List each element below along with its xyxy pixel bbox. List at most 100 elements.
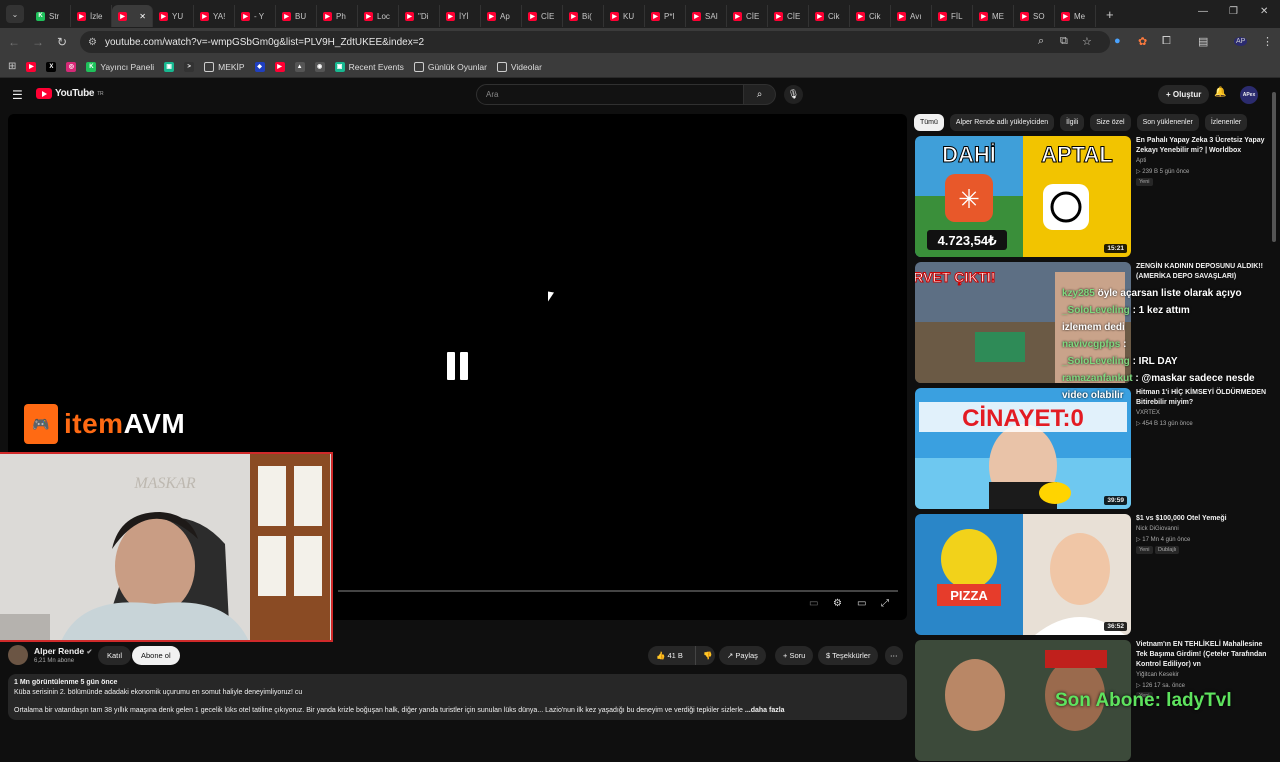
rail-scrollbar[interactable] — [1272, 92, 1276, 242]
channel-1[interactable]: Apti — [1136, 158, 1146, 164]
browser-tab[interactable]: ▶ İYİ — [440, 5, 481, 27]
browser-tab[interactable]: ▶ SAI — [686, 5, 727, 27]
close-tab-icon[interactable]: ✕ — [139, 12, 146, 21]
bookmark-item[interactable]: ▣ Recent Events — [334, 61, 404, 72]
browser-tab[interactable]: ▶ FİL — [932, 5, 973, 27]
fullscreen-icon[interactable]: ⤢ — [881, 598, 889, 609]
recommendation-4[interactable]: PIZZA 36:52 $1 vs $100,000 Otel Yemeği N… — [915, 514, 1275, 636]
extension-blue-icon[interactable]: ● — [1114, 35, 1121, 47]
browser-tab[interactable]: ▶ ✕ — [112, 5, 153, 27]
back-icon[interactable]: ← — [4, 35, 24, 49]
bookmark-item[interactable]: MEKİP — [204, 61, 245, 72]
more-actions-button[interactable]: ⋯ — [885, 646, 903, 665]
share-button[interactable]: ↗ Paylaş — [719, 646, 766, 665]
account-avatar[interactable]: APex — [1240, 86, 1258, 104]
like-button[interactable]: 👍 41 B 👎 — [648, 646, 715, 665]
filter-chip[interactable]: İlgili — [1060, 114, 1085, 131]
restore-icon[interactable]: ❐ — [1229, 6, 1238, 17]
new-tab-button[interactable]: + — [1106, 7, 1114, 22]
bookmark-item[interactable]: ◆ — [254, 61, 265, 72]
reload-icon[interactable]: ↻ — [52, 35, 72, 49]
channel-avatar[interactable] — [8, 645, 28, 665]
voice-search-button[interactable]: 🎙 — [784, 85, 803, 104]
title-1[interactable]: En Pahalı Yapay Zeka 3 Ücretsiz Yapay Ze… — [1136, 136, 1268, 156]
channel-5[interactable]: Yiğitcan Kesekir — [1136, 672, 1179, 678]
notifications-bell-icon[interactable]: 🔔 — [1214, 87, 1226, 98]
recommendation-1[interactable]: DAHİ APTAL ✳ 4.723,54₺ 15:21 En Pahalı Y… — [915, 136, 1275, 258]
filter-chip[interactable]: Tümü — [914, 114, 944, 131]
browser-tab[interactable]: ▶ KU — [604, 5, 645, 27]
profile-icon[interactable]: AP — [1234, 37, 1248, 46]
bookmark-item[interactable]: Videolar — [496, 61, 542, 72]
bookmark-star-icon[interactable]: ☆ — [1082, 35, 1092, 48]
browser-tab[interactable]: ▶ Ap — [481, 5, 522, 27]
thumbnail-3[interactable]: CİNAYET:0 39:59 — [915, 388, 1131, 509]
browser-tab[interactable]: ▶ P*I — [645, 5, 686, 27]
title-5[interactable]: Vietnam'ın EN TEHLİKELİ Mahallesine Tek … — [1136, 640, 1268, 670]
channel-name[interactable]: Alper Rende ✔ — [34, 646, 92, 656]
browser-tab[interactable]: ▶ "Di — [399, 5, 440, 27]
filter-chip[interactable]: Son yüklenenler — [1136, 114, 1199, 131]
browser-tab[interactable]: ▶ CİE — [522, 5, 563, 27]
browser-tab[interactable]: ▶ Cik — [850, 5, 891, 27]
bookmark-item[interactable]: ◎ — [66, 61, 77, 72]
create-button[interactable]: + Oluştur — [1158, 85, 1210, 104]
title-4[interactable]: $1 vs $100,000 Otel Yemeği — [1136, 514, 1268, 524]
browser-tab[interactable]: ▶ ME — [973, 5, 1014, 27]
bookmark-item[interactable]: Günlük Oyunlar — [413, 61, 487, 72]
title-2[interactable]: ZENGİN KADININ DEPOSUNU ALDIK!! (AMERİKA… — [1136, 262, 1268, 282]
cast-icon[interactable]: ⧉ — [1060, 35, 1068, 48]
browser-tab[interactable]: ▶ YA! — [194, 5, 235, 27]
filter-chip[interactable]: İzlenenler — [1204, 114, 1248, 131]
progress-bar[interactable] — [338, 590, 898, 592]
browser-tab[interactable]: ▶ Ph — [317, 5, 358, 27]
subscribe-button[interactable]: Abone ol — [132, 646, 180, 665]
extensions-icon[interactable]: ⧠ — [1162, 35, 1171, 48]
search-input[interactable]: Ara — [476, 84, 744, 105]
bookmark-item[interactable]: ▲ — [294, 61, 305, 72]
dislike-icon[interactable]: 👎 — [695, 646, 712, 665]
browser-tab[interactable]: ▶ BU — [276, 5, 317, 27]
bookmark-item[interactable]: K Yayıncı Paneli — [86, 61, 154, 72]
browser-tab[interactable]: ▶ Me — [1055, 5, 1096, 27]
browser-tab[interactable]: ▶ Cik — [809, 5, 850, 27]
bookmark-item[interactable]: ▶ — [26, 61, 37, 72]
browser-tab[interactable]: ▶ - Y — [235, 5, 276, 27]
theater-mode-icon[interactable]: ▭ — [857, 598, 866, 609]
recommendation-3[interactable]: CİNAYET:0 39:59 Hitman 1'i HİÇ KİMSEYİ Ö… — [915, 388, 1275, 510]
tab-search-button[interactable]: ⌄ — [6, 5, 24, 23]
video-description[interactable]: 1 Mn görüntülenme 5 gün önce Küba serisi… — [8, 674, 907, 720]
forward-icon[interactable]: → — [28, 35, 48, 49]
filter-chip[interactable]: Size özel — [1090, 114, 1131, 131]
site-info-icon[interactable]: ⚙ — [88, 37, 97, 48]
browser-tab[interactable]: ▶ Bi( — [563, 5, 604, 27]
search-button[interactable]: ⌕ — [744, 84, 776, 105]
browser-tab[interactable]: ▶ SO — [1014, 5, 1055, 27]
browser-tab[interactable]: ▶ Avı — [891, 5, 932, 27]
browser-tab[interactable]: ▶ CİE — [768, 5, 809, 27]
browser-tab[interactable]: ▶ YU — [153, 5, 194, 27]
hamburger-menu-icon[interactable]: ☰ — [12, 88, 23, 102]
filter-chip[interactable]: Alper Rende adlı yükleyiciden — [949, 114, 1055, 131]
close-window-icon[interactable]: ✕ — [1260, 6, 1268, 17]
thumbnail-4[interactable]: PIZZA 36:52 — [915, 514, 1131, 635]
browser-tab[interactable]: K Str — [30, 5, 71, 27]
bookmark-item[interactable]: ◉ — [314, 61, 325, 72]
bookmark-item[interactable]: > — [184, 61, 195, 72]
bookmark-item[interactable]: ▣ — [164, 61, 175, 72]
join-button[interactable]: Katıl — [98, 646, 132, 665]
address-bar[interactable]: ⚙ youtube.com/watch?v=-wmpGSbGm0g&list=P… — [80, 31, 1110, 53]
side-panel-icon[interactable]: ▤ — [1198, 35, 1208, 48]
apps-grid-icon[interactable]: ⊞ — [8, 61, 16, 72]
subtitles-icon[interactable]: ▭ — [809, 598, 818, 609]
bookmark-item[interactable]: ▶ — [274, 61, 285, 72]
pause-icon[interactable] — [447, 352, 469, 380]
channel-4[interactable]: Nick DiGiovanni — [1136, 526, 1179, 532]
menu-dots-icon[interactable]: ⋮ — [1262, 35, 1273, 48]
show-more-link[interactable]: ...daha fazla — [745, 707, 785, 714]
channel-3[interactable]: VXRTEX — [1136, 410, 1160, 416]
extension-orange-icon[interactable]: ✿ — [1138, 35, 1147, 48]
thumbnail-1[interactable]: DAHİ APTAL ✳ 4.723,54₺ 15:21 — [915, 136, 1131, 257]
browser-tab[interactable]: ▶ Loc — [358, 5, 399, 27]
settings-gear-icon[interactable]: ⚙ — [833, 598, 842, 609]
